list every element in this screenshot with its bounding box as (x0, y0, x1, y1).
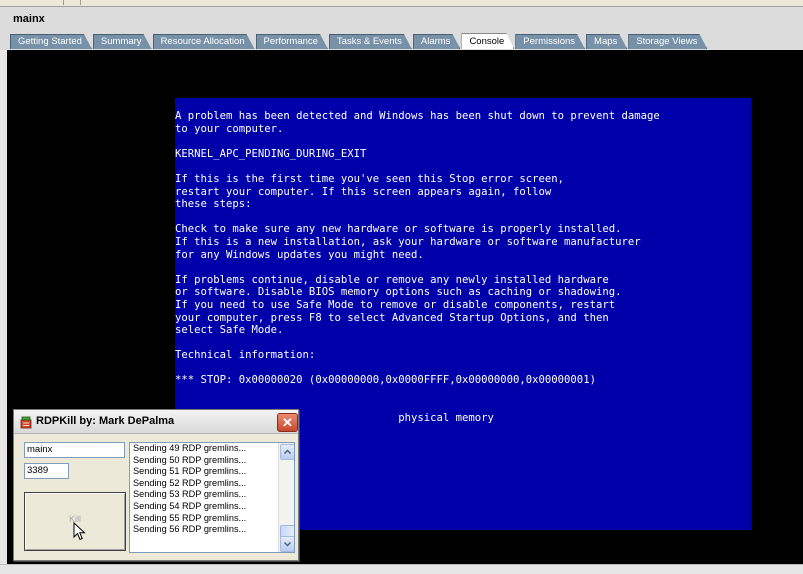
close-button[interactable]: ✕ (277, 413, 298, 432)
log-scrollbar[interactable] (278, 443, 294, 552)
bsod-line: KERNEL_APC_PENDING_DURING_EXIT (175, 147, 367, 160)
top-toolbar-strip (0, 0, 803, 7)
tab-resource-allocation[interactable]: Resource Allocation (153, 34, 255, 49)
bsod-line: Check to make sure any new hardware or s… (175, 223, 622, 236)
bsod-line (175, 337, 660, 350)
bsod-line (175, 362, 660, 375)
vm-title: mainx (13, 13, 45, 25)
log-line: Sending 52 RDP gremlins... (133, 477, 247, 488)
bsod-line: Technical information: (175, 349, 316, 362)
close-icon: ✕ (282, 415, 293, 430)
rdpkill-titlebar[interactable]: RDPKill by: Mark DePalma ✕ (14, 410, 298, 434)
tab-getting-started[interactable]: Getting Started (10, 34, 92, 49)
tab-maps[interactable]: Maps (586, 34, 627, 49)
bsod-line: If problems continue, disable or remove … (175, 273, 609, 286)
bsod-line: or software. Disable BIOS memory options… (175, 286, 622, 299)
kill-button[interactable]: Kill (24, 492, 126, 551)
bsod-line (175, 387, 660, 400)
log-line: Sending 54 RDP gremlins... (133, 500, 247, 511)
bsod-line: for any Windows updates you might need. (175, 248, 424, 261)
vm-header: mainx Getting Started Summary Resource All… (0, 7, 803, 51)
bsod-line: these steps: (175, 198, 252, 211)
tab-bar: Getting Started Summary Resource Allocatio… (10, 33, 708, 49)
tab-summary[interactable]: Summary (93, 34, 152, 49)
scroll-down-button[interactable] (280, 536, 294, 552)
tab-alarms[interactable]: Alarms (413, 34, 461, 49)
log-listbox[interactable]: Sending 49 RDP gremlins... Sending 50 RDP… (129, 442, 295, 553)
bsod-line: A problem has been detected and Windows … (175, 110, 660, 122)
rdpkill-title: RDPKill by: Mark DePalma (36, 415, 175, 427)
log-line: Sending 50 RDP gremlins... (133, 454, 247, 465)
bsod-line: If this is a new installation, ask your … (175, 235, 641, 248)
tab-storage-views[interactable]: Storage Views (628, 34, 707, 49)
log-lines: Sending 49 RDP gremlins... Sending 50 RDP… (133, 443, 246, 536)
rdpkill-window: RDPKill by: Mark DePalma ✕ mainx 3389 Ki… (13, 409, 299, 561)
log-line: Sending 56 RDP gremlins... (133, 524, 247, 535)
bsod-line: If this is the first time you've seen th… (175, 172, 565, 185)
host-input[interactable]: mainx (24, 442, 125, 458)
tab-permissions[interactable]: Permissions (515, 34, 585, 49)
log-line: Sending 49 RDP gremlins... (133, 443, 247, 453)
blue-screen-message: A problem has been detected and Windows … (175, 110, 660, 425)
bsod-line (175, 211, 660, 224)
rdpkill-app-icon (20, 416, 32, 429)
bsod-line: your computer, press F8 to select Advanc… (175, 311, 609, 324)
bsod-line: to your computer. (175, 122, 284, 135)
log-line: Sending 51 RDP gremlins... (133, 466, 247, 477)
scroll-up-button[interactable] (280, 444, 294, 460)
tab-console[interactable]: Console (461, 33, 514, 49)
bsod-line (175, 261, 660, 274)
bsod-line (175, 160, 660, 173)
toolbar-separator (80, 0, 81, 5)
tab-tasks-events[interactable]: Tasks & Events (329, 34, 412, 49)
tab-performance[interactable]: Performance (256, 34, 328, 49)
bsod-line: select Safe Mode. (175, 324, 284, 337)
rdpkill-body: mainx 3389 Kill Sending 49 RDP gremlins.… (18, 437, 295, 554)
bsod-line (175, 135, 660, 148)
log-line: Sending 55 RDP gremlins... (133, 512, 247, 523)
toolbar-separator (63, 0, 64, 5)
scroll-down-arrow-icon (283, 541, 292, 547)
port-input[interactable]: 3389 (24, 463, 69, 479)
scroll-up-arrow-icon (283, 449, 292, 455)
bsod-line: If you need to use Safe Mode to remove o… (175, 298, 616, 311)
bsod-line: restart your computer. If this screen ap… (175, 185, 552, 198)
bsod-line: *** STOP: 0x00000020 (0x00000000,0x0000F… (175, 374, 596, 387)
mouse-pointer-icon (73, 522, 86, 541)
log-line: Sending 53 RDP gremlins... (133, 489, 247, 500)
